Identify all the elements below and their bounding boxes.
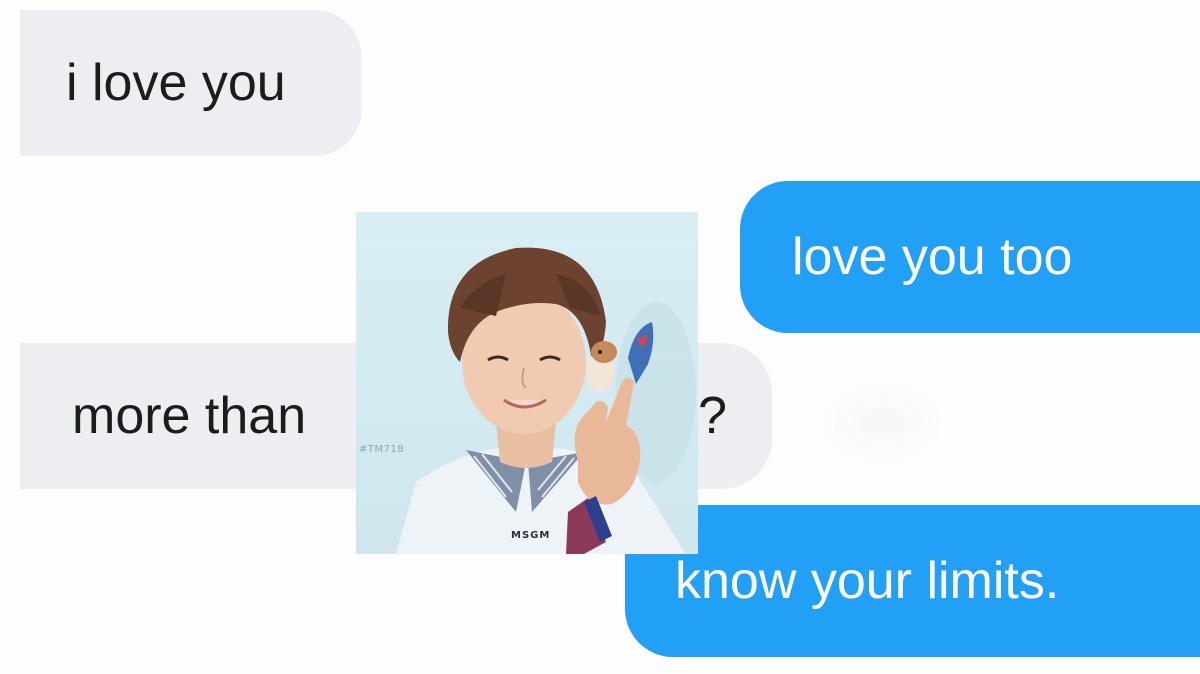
shirt-logo: MSGM [511, 530, 551, 541]
faded-bubble [818, 378, 946, 468]
message-bubble-sent-2[interactable]: know your limits. [625, 505, 1200, 657]
message-text: know your limits. [675, 552, 1060, 610]
message-text: love you too [792, 228, 1073, 286]
message-text: i love you [66, 54, 286, 112]
message-text-after: ? [698, 387, 727, 445]
message-text-before: more than [72, 387, 307, 445]
photo-watermark: #TM718 [359, 444, 405, 455]
message-bubble-received-1[interactable]: i love you [20, 10, 362, 156]
portrait-illustration [396, 247, 696, 554]
message-bubble-sent-1[interactable]: love you too [740, 181, 1200, 333]
person-photo: #TM718 MSGM [356, 212, 698, 554]
chat-screen: i love you love you too more than ? know… [0, 0, 1200, 674]
